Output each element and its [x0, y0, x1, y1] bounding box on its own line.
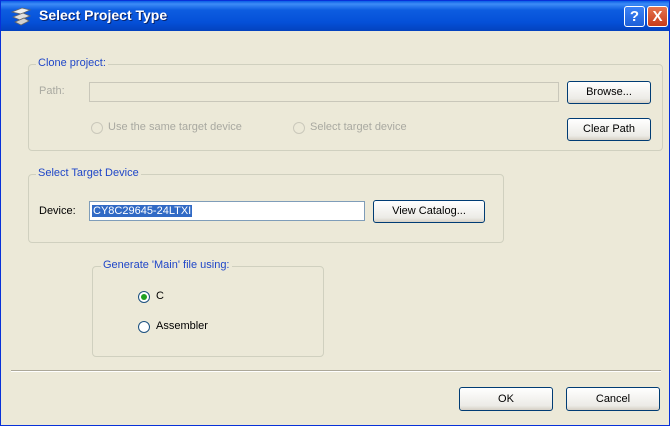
radio-checked-dot — [141, 294, 147, 300]
same-device-label: Use the same target device — [108, 121, 242, 133]
dialog-window: Select Project Type ? X Clone project: P… — [0, 0, 670, 426]
device-field[interactable]: CY8C29645-24LTXI — [89, 201, 365, 221]
c-label: C — [156, 290, 164, 302]
same-device-radio[interactable] — [91, 122, 103, 134]
help-icon[interactable]: ? — [624, 6, 645, 27]
path-field[interactable] — [89, 82, 559, 102]
c-radio[interactable] — [138, 291, 150, 303]
path-label: Path: — [39, 85, 65, 97]
clone-project-legend: Clone project: — [36, 57, 108, 69]
cancel-button[interactable]: Cancel — [566, 387, 660, 411]
close-icon[interactable]: X — [647, 6, 668, 27]
assembler-radio[interactable] — [138, 321, 150, 333]
select-device-radio[interactable] — [293, 122, 305, 134]
select-device-label: Select target device — [310, 121, 407, 133]
browse-button[interactable]: Browse... — [567, 81, 651, 104]
footer-separator — [11, 370, 661, 372]
app-icon — [10, 7, 32, 26]
device-value: CY8C29645-24LTXI — [92, 205, 193, 217]
main-file-legend: Generate 'Main' file using: — [101, 259, 232, 271]
device-label: Device: — [39, 205, 76, 217]
assembler-label: Assembler — [156, 320, 208, 332]
dialog-title: Select Project Type — [39, 7, 168, 23]
target-device-legend: Select Target Device — [36, 167, 141, 179]
title-bar[interactable]: Select Project Type ? X — [1, 1, 669, 31]
view-catalog-button[interactable]: View Catalog... — [373, 200, 485, 223]
main-file-group — [92, 266, 324, 357]
clear-path-button[interactable]: Clear Path — [567, 118, 651, 141]
ok-button[interactable]: OK — [459, 387, 553, 411]
